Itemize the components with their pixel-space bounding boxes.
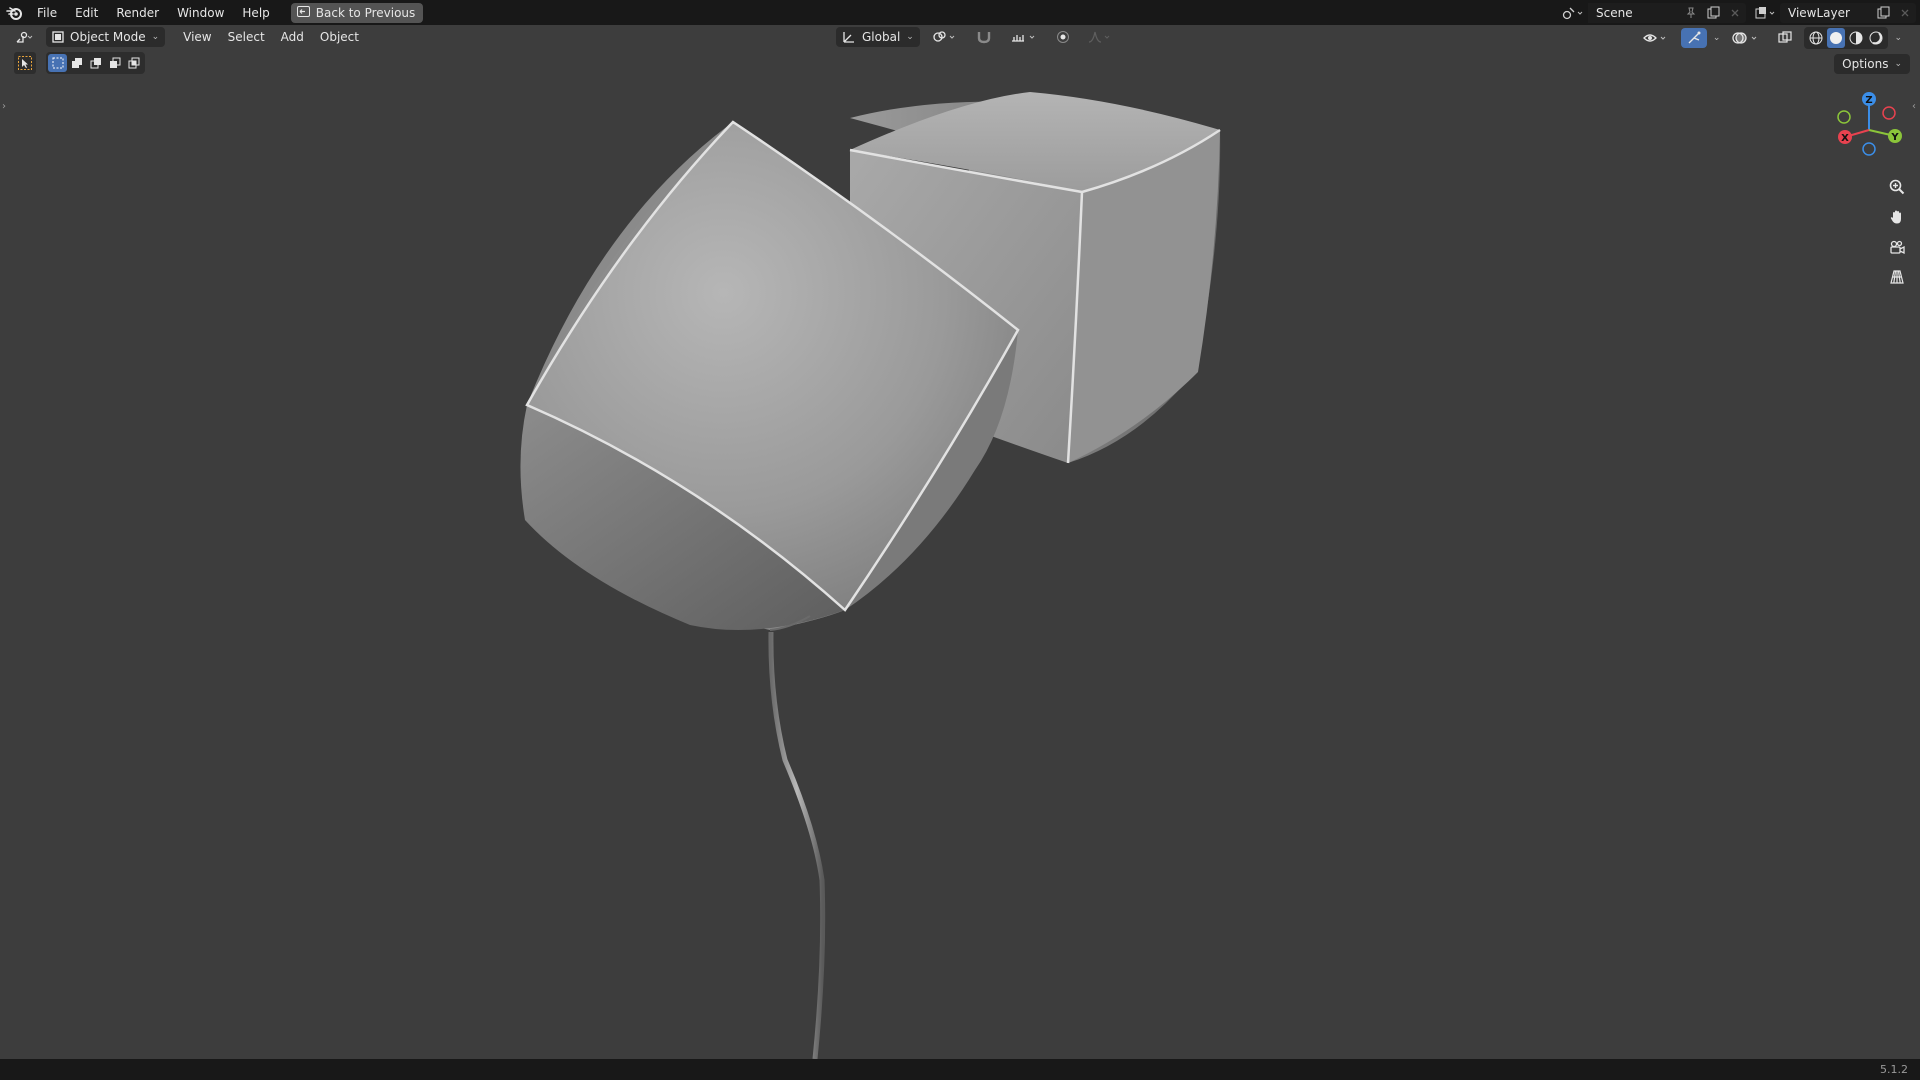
- selection-mode-group: [46, 52, 145, 74]
- gizmo-x-label: X: [1841, 133, 1849, 144]
- status-bar: 5.1.2: [0, 1059, 1920, 1080]
- menu-add[interactable]: Add: [273, 27, 312, 47]
- back-to-previous-button[interactable]: Back to Previous: [290, 2, 424, 23]
- new-scene-icon[interactable]: [1702, 3, 1724, 23]
- 3d-viewport[interactable]: › ‹ Z Y X: [0, 49, 1920, 1059]
- select-intersect-icon[interactable]: [124, 54, 143, 72]
- top-menubar: File Edit Render Window Help Back to Pre…: [0, 0, 1920, 25]
- gizmo-dropdown-chevron-icon[interactable]: ⌄: [1713, 33, 1721, 43]
- menu-select[interactable]: Select: [220, 27, 273, 47]
- scene-browse-icon[interactable]: [1558, 3, 1588, 23]
- transform-orientation-label: Global: [862, 30, 901, 44]
- snap-increment-icon: [1011, 35, 1035, 42]
- delete-view-layer-icon[interactable]: [1894, 3, 1916, 23]
- overlays-icon: [1732, 32, 1757, 44]
- menu-view[interactable]: View: [175, 27, 219, 47]
- gizmo-toggle[interactable]: [1680, 28, 1707, 48]
- selectability-visibility-dropdown[interactable]: [1637, 28, 1675, 48]
- back-to-previous-label: Back to Previous: [315, 5, 416, 20]
- menu-help[interactable]: Help: [233, 2, 278, 24]
- menu-window[interactable]: Window: [168, 2, 233, 24]
- solid-shading-icon[interactable]: [1827, 28, 1846, 48]
- tool-settings-row: [14, 52, 145, 74]
- pan-hand-icon[interactable]: [1884, 204, 1910, 230]
- editor-type-icon: [16, 31, 33, 43]
- delete-scene-icon[interactable]: [1724, 3, 1746, 23]
- options-label: Options: [1842, 57, 1889, 71]
- object-mode-dropdown[interactable]: Object Mode ⌄: [46, 27, 166, 47]
- pivot-point-dropdown[interactable]: [926, 27, 964, 47]
- shading-mode-group: [1804, 27, 1889, 49]
- falloff-curve-icon: [1088, 31, 1110, 43]
- xray-toggle[interactable]: [1772, 28, 1798, 48]
- chevron-down-icon: ⌄: [906, 32, 914, 42]
- select-new-icon[interactable]: [48, 54, 67, 72]
- select-tool-button[interactable]: [14, 52, 36, 74]
- camera-view-icon[interactable]: [1884, 234, 1910, 260]
- chevron-down-icon: ⌄: [151, 32, 160, 42]
- new-view-layer-icon[interactable]: [1872, 3, 1894, 23]
- scene-name-field[interactable]: Scene: [1588, 2, 1680, 23]
- object-mode-label: Object Mode: [70, 30, 146, 44]
- overlays-toggle[interactable]: [1726, 28, 1766, 48]
- rendered-shading-icon[interactable]: [1867, 28, 1885, 48]
- sidebar-expand-icon[interactable]: ‹: [1912, 101, 1916, 112]
- pivot-icon: [933, 31, 955, 42]
- zoom-icon[interactable]: [1884, 174, 1910, 200]
- pin-icon[interactable]: [1680, 3, 1702, 23]
- chevron-down-icon: ⌄: [1894, 59, 1902, 69]
- gizmo-z-label: Z: [1865, 95, 1872, 106]
- select-extend-icon[interactable]: [67, 54, 86, 72]
- view-layer-selector[interactable]: ViewLayer: [1780, 2, 1916, 23]
- material-shading-icon[interactable]: [1847, 28, 1865, 48]
- wireframe-shading-icon[interactable]: [1807, 28, 1825, 48]
- view-layer-browse-icon[interactable]: [1750, 3, 1780, 23]
- toolbar-expand-icon[interactable]: ›: [2, 101, 6, 112]
- snap-target-dropdown[interactable]: [1004, 27, 1044, 47]
- transform-orientation-dropdown[interactable]: Global ⌄: [836, 27, 920, 47]
- select-invert-icon[interactable]: [105, 54, 124, 72]
- orientation-icon: [843, 32, 854, 43]
- screen-back-icon: [296, 5, 310, 20]
- shading-dropdown-chevron-icon[interactable]: ⌄: [1894, 33, 1902, 43]
- view-layer-name-field[interactable]: ViewLayer: [1780, 3, 1872, 23]
- menu-object[interactable]: Object: [312, 27, 367, 47]
- proportional-icon: [1056, 31, 1069, 43]
- snap-toggle[interactable]: [970, 27, 998, 47]
- menu-edit[interactable]: Edit: [66, 2, 107, 24]
- scene-selector[interactable]: Scene: [1588, 2, 1746, 23]
- perspective-toggle-icon[interactable]: [1884, 264, 1910, 290]
- options-dropdown[interactable]: Options ⌄: [1834, 54, 1910, 74]
- balloon-string: [768, 631, 826, 1059]
- editor-type-button[interactable]: [10, 27, 40, 47]
- navigation-gizmo[interactable]: Z Y X: [1830, 87, 1910, 167]
- viewport-header: Object Mode ⌄ View Select Add Object Glo…: [0, 25, 1920, 49]
- menu-render[interactable]: Render: [107, 2, 168, 24]
- gizmo-icon: [1688, 31, 1701, 44]
- gizmo-y-label: Y: [1890, 132, 1899, 143]
- menu-file[interactable]: File: [28, 2, 66, 24]
- viewport-scene: [520, 92, 1221, 1059]
- object-mode-icon: [52, 31, 64, 43]
- magnet-icon: [977, 32, 991, 44]
- select-subtract-icon[interactable]: [86, 54, 105, 72]
- cursor-arrow-icon: [18, 56, 32, 70]
- eye-pointer-icon: [1642, 34, 1666, 42]
- version-label: 5.1.2: [1880, 1063, 1908, 1076]
- xray-icon: [1778, 31, 1793, 43]
- falloff-dropdown[interactable]: [1082, 27, 1118, 47]
- proportional-editing-toggle[interactable]: [1050, 27, 1076, 47]
- blender-logo-icon[interactable]: [6, 5, 22, 21]
